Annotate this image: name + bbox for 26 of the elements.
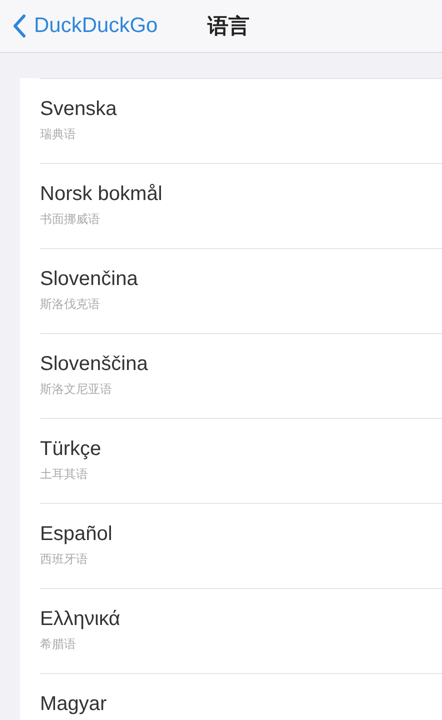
- language-subtitle: 西班牙语: [40, 552, 88, 567]
- language-row[interactable]: Türkçe 土耳其语: [40, 418, 442, 503]
- language-subtitle: 书面挪威语: [40, 212, 100, 227]
- back-chevron-icon: [12, 14, 26, 38]
- language-name: Slovenščina: [40, 352, 148, 376]
- language-row[interactable]: Svenska 瑞典语: [40, 78, 442, 163]
- language-name: Türkçe: [40, 437, 102, 461]
- language-row[interactable]: Slovenčina 斯洛伐克语: [40, 248, 442, 333]
- language-subtitle: 斯洛伐克语: [40, 297, 100, 312]
- language-row[interactable]: Magyar: [40, 673, 442, 720]
- language-row[interactable]: Ελληνικά 希腊语: [40, 588, 442, 673]
- language-subtitle: 希腊语: [40, 637, 76, 652]
- language-name: Magyar: [40, 692, 107, 716]
- language-name: Norsk bokmål: [40, 182, 162, 206]
- language-subtitle: 斯洛文尼亚语: [40, 382, 112, 397]
- back-button[interactable]: DuckDuckGo: [0, 14, 158, 38]
- language-row[interactable]: Slovenščina 斯洛文尼亚语: [40, 333, 442, 418]
- language-name: Slovenčina: [40, 267, 138, 291]
- language-row[interactable]: Español 西班牙语: [40, 503, 442, 588]
- language-name: Español: [40, 522, 112, 546]
- language-subtitle: 瑞典语: [40, 127, 76, 142]
- language-name: Ελληνικά: [40, 607, 120, 631]
- nav-title: 语言: [208, 13, 250, 40]
- language-name: Svenska: [40, 97, 117, 121]
- language-subtitle: 土耳其语: [40, 467, 88, 482]
- language-row[interactable]: Norsk bokmål 书面挪威语: [40, 163, 442, 248]
